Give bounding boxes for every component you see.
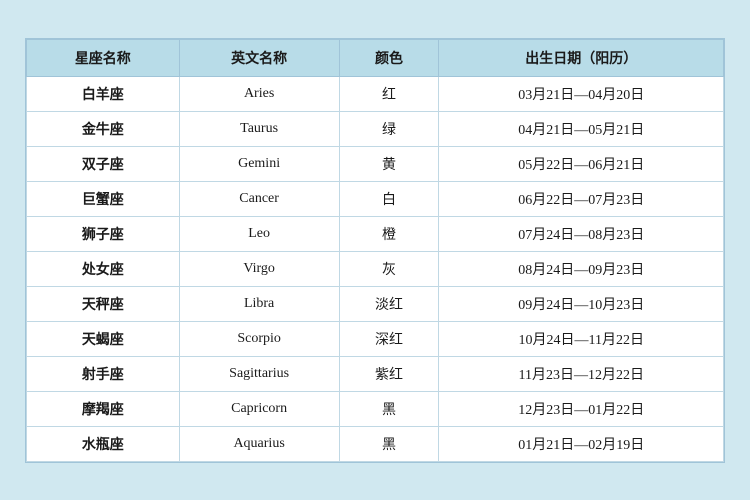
header-chinese-name: 星座名称: [27, 39, 180, 76]
cell-english-name: Cancer: [179, 181, 339, 216]
cell-color: 黄: [339, 146, 439, 181]
zodiac-table: 星座名称 英文名称 颜色 出生日期（阳历） 白羊座Aries红03月21日—04…: [26, 39, 724, 462]
zodiac-table-container: 星座名称 英文名称 颜色 出生日期（阳历） 白羊座Aries红03月21日—04…: [25, 38, 725, 463]
cell-color: 红: [339, 76, 439, 111]
cell-birth-date: 04月21日—05月21日: [439, 111, 724, 146]
table-row: 摩羯座Capricorn黑12月23日—01月22日: [27, 391, 724, 426]
cell-chinese-name: 巨蟹座: [27, 181, 180, 216]
cell-color: 绿: [339, 111, 439, 146]
cell-english-name: Virgo: [179, 251, 339, 286]
table-row: 白羊座Aries红03月21日—04月20日: [27, 76, 724, 111]
cell-birth-date: 10月24日—11月22日: [439, 321, 724, 356]
cell-chinese-name: 摩羯座: [27, 391, 180, 426]
cell-color: 紫红: [339, 356, 439, 391]
cell-birth-date: 06月22日—07月23日: [439, 181, 724, 216]
table-row: 巨蟹座Cancer白06月22日—07月23日: [27, 181, 724, 216]
cell-chinese-name: 双子座: [27, 146, 180, 181]
cell-english-name: Aries: [179, 76, 339, 111]
cell-chinese-name: 白羊座: [27, 76, 180, 111]
table-header-row: 星座名称 英文名称 颜色 出生日期（阳历）: [27, 39, 724, 76]
header-english-name: 英文名称: [179, 39, 339, 76]
cell-chinese-name: 射手座: [27, 356, 180, 391]
cell-english-name: Taurus: [179, 111, 339, 146]
cell-color: 黑: [339, 391, 439, 426]
cell-color: 深红: [339, 321, 439, 356]
cell-chinese-name: 天秤座: [27, 286, 180, 321]
header-color: 颜色: [339, 39, 439, 76]
table-row: 射手座Sagittarius紫红11月23日—12月22日: [27, 356, 724, 391]
table-row: 金牛座Taurus绿04月21日—05月21日: [27, 111, 724, 146]
cell-english-name: Aquarius: [179, 426, 339, 461]
table-row: 处女座Virgo灰08月24日—09月23日: [27, 251, 724, 286]
table-row: 天秤座Libra淡红09月24日—10月23日: [27, 286, 724, 321]
cell-birth-date: 05月22日—06月21日: [439, 146, 724, 181]
cell-birth-date: 07月24日—08月23日: [439, 216, 724, 251]
cell-english-name: Leo: [179, 216, 339, 251]
table-row: 天蝎座Scorpio深红10月24日—11月22日: [27, 321, 724, 356]
cell-birth-date: 12月23日—01月22日: [439, 391, 724, 426]
cell-chinese-name: 天蝎座: [27, 321, 180, 356]
cell-english-name: Scorpio: [179, 321, 339, 356]
cell-birth-date: 03月21日—04月20日: [439, 76, 724, 111]
cell-birth-date: 01月21日—02月19日: [439, 426, 724, 461]
cell-chinese-name: 处女座: [27, 251, 180, 286]
cell-chinese-name: 狮子座: [27, 216, 180, 251]
cell-english-name: Capricorn: [179, 391, 339, 426]
table-row: 狮子座Leo橙07月24日—08月23日: [27, 216, 724, 251]
cell-color: 橙: [339, 216, 439, 251]
table-body: 白羊座Aries红03月21日—04月20日金牛座Taurus绿04月21日—0…: [27, 76, 724, 461]
cell-color: 灰: [339, 251, 439, 286]
cell-color: 白: [339, 181, 439, 216]
cell-english-name: Libra: [179, 286, 339, 321]
header-birth-date: 出生日期（阳历）: [439, 39, 724, 76]
cell-birth-date: 11月23日—12月22日: [439, 356, 724, 391]
cell-color: 淡红: [339, 286, 439, 321]
cell-chinese-name: 水瓶座: [27, 426, 180, 461]
cell-english-name: Gemini: [179, 146, 339, 181]
cell-birth-date: 09月24日—10月23日: [439, 286, 724, 321]
table-row: 水瓶座Aquarius黑01月21日—02月19日: [27, 426, 724, 461]
table-row: 双子座Gemini黄05月22日—06月21日: [27, 146, 724, 181]
cell-english-name: Sagittarius: [179, 356, 339, 391]
cell-birth-date: 08月24日—09月23日: [439, 251, 724, 286]
cell-color: 黑: [339, 426, 439, 461]
cell-chinese-name: 金牛座: [27, 111, 180, 146]
